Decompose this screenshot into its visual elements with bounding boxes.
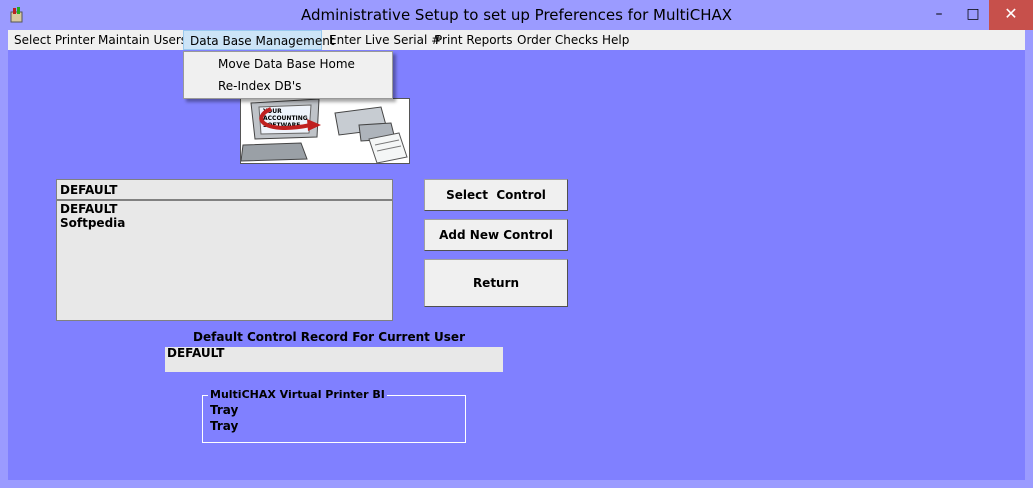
screen-text-2: ACCOUNTING [263, 115, 308, 122]
window-frame-bottom [0, 480, 1033, 488]
maximize-button[interactable]: □ [958, 0, 988, 30]
list-item[interactable]: Softpedia [60, 216, 125, 230]
menu-item-move-data-base-home[interactable]: Move Data Base Home [218, 54, 355, 74]
window-frame-left [0, 30, 8, 488]
window-frame-right [1025, 30, 1033, 488]
return-button[interactable]: Return [424, 259, 568, 307]
close-button[interactable]: ✕ [989, 0, 1033, 30]
printer-tray-line: Tray [210, 403, 239, 417]
select-control-button[interactable]: Select Control [424, 179, 568, 211]
virtual-printer-group-title: MultiCHAX Virtual Printer BI [208, 388, 387, 401]
menu-bar: Select Printer Maintain Users Data Base … [8, 30, 1025, 50]
printer-tray-line: Tray [210, 419, 239, 433]
list-item[interactable]: DEFAULT [60, 202, 118, 216]
printer-illustration: YOUR ACCOUNTING SOFTWARE [240, 98, 410, 164]
menu-data-base-management[interactable]: Data Base Management [183, 30, 335, 50]
control-list-selected[interactable]: DEFAULT [57, 180, 392, 201]
menu-enter-live-serial[interactable]: Enter Live Serial # [329, 30, 441, 50]
default-control-field: DEFAULT [165, 347, 503, 372]
window-title: Administrative Setup to set up Preferenc… [300, 6, 733, 24]
menu-order-checks[interactable]: Order Checks [517, 30, 598, 50]
default-control-label: Default Control Record For Current User [193, 330, 465, 344]
minimize-button[interactable]: – [924, 0, 954, 30]
virtual-printer-group [202, 395, 466, 443]
menu-print-reports[interactable]: Print Reports [435, 30, 512, 50]
control-list[interactable]: DEFAULT DEFAULT Softpedia [56, 179, 393, 321]
menu-select-printer[interactable]: Select Printer [14, 30, 95, 50]
menu-maintain-users[interactable]: Maintain Users [98, 30, 187, 50]
menu-item-re-index-dbs[interactable]: Re-Index DB's [218, 76, 301, 96]
add-new-control-button[interactable]: Add New Control [424, 219, 568, 251]
menu-help[interactable]: Help [602, 30, 629, 50]
data-base-management-dropdown: Move Data Base Home Re-Index DB's [183, 51, 393, 99]
